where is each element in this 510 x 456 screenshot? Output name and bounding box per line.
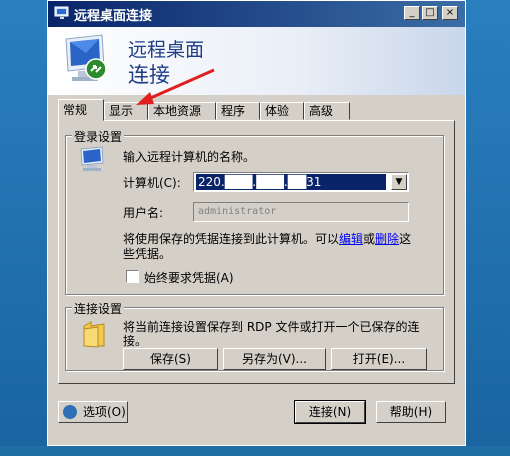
window-title: 远程桌面连接	[74, 9, 153, 24]
edit-credentials-link[interactable]: 编辑	[339, 232, 363, 246]
desktop-background-bottom	[0, 446, 510, 456]
delete-credentials-link[interactable]: 删除	[375, 232, 399, 246]
credentials-note-suffix: 这	[399, 232, 412, 246]
title-bar[interactable]: 远程桌面连接 _ □ ×	[48, 1, 465, 27]
tab-panel-general: 登录设置 输入远程计算机的名称。 计算机(C): 220.███.███.██3…	[58, 120, 455, 384]
username-field: administrator	[193, 202, 409, 222]
banner-title-line2: 连接	[128, 63, 170, 87]
connect-button[interactable]: 连接(N)	[294, 400, 366, 424]
credentials-note-or: 或	[363, 232, 376, 246]
options-label: 选项(O)	[83, 405, 126, 419]
help-button[interactable]: 帮助(H)	[376, 401, 446, 423]
computer-name-instruction: 输入远程计算机的名称。	[123, 150, 256, 164]
remote-desktop-icon	[54, 6, 69, 19]
save-as-button[interactable]: 另存为(V)...	[223, 348, 326, 370]
connection-settings-legend: 连接设置	[72, 300, 125, 317]
always-prompt-label[interactable]: 始终要求凭据(A)	[144, 269, 234, 286]
maximize-button[interactable]: □	[422, 6, 438, 20]
tab-general[interactable]: 常规	[58, 99, 104, 121]
computer-combobox[interactable]: 220.███.███.██31 ▼	[193, 172, 409, 192]
tab-strip: 常规 显示 本地资源 程序 体验 高级	[58, 99, 458, 121]
chevron-down-icon[interactable]: ▼	[391, 174, 407, 190]
open-button[interactable]: 打开(E)...	[331, 348, 427, 370]
monitor-connection-icon	[65, 34, 107, 81]
banner-title-line1: 远程桌面	[128, 39, 205, 61]
connection-settings-description: 将当前连接设置保存到 RDP 文件或打开一个已保存的连	[123, 320, 420, 334]
login-settings-legend: 登录设置	[72, 128, 125, 145]
rdp-window: 远程桌面连接 _ □ × 远程桌面 连接 常规 显示 本地资源 程序 体验 高级…	[47, 0, 466, 446]
options-button[interactable]: 选项(O)	[58, 401, 128, 423]
tab-programs[interactable]: 程序	[216, 102, 260, 120]
close-button[interactable]: ×	[442, 6, 458, 20]
tab-advanced[interactable]: 高级	[304, 102, 350, 120]
folder-icon	[83, 321, 105, 348]
credentials-note-line2: 些凭据。	[123, 247, 172, 261]
login-settings-group: 登录设置 输入远程计算机的名称。 计算机(C): 220.███.███.██3…	[65, 128, 444, 295]
desktop-background-right	[466, 0, 510, 456]
credentials-note-text: 将使用保存的凭据连接到此计算机。可以	[123, 232, 340, 246]
computer-icon	[80, 146, 104, 171]
computer-label: 计算机(C):	[123, 176, 181, 190]
save-button[interactable]: 保存(S)	[123, 348, 218, 370]
desktop-background-left	[0, 0, 47, 456]
minimize-button[interactable]: _	[404, 6, 420, 20]
tab-local-resources[interactable]: 本地资源	[148, 102, 216, 120]
tab-display[interactable]: 显示	[104, 102, 148, 120]
always-prompt-checkbox[interactable]	[126, 270, 139, 283]
header-banner: 远程桌面 连接	[48, 27, 465, 95]
tab-experience[interactable]: 体验	[260, 102, 304, 120]
username-label: 用户名:	[123, 206, 164, 220]
connection-settings-description-line2: 接。	[123, 334, 148, 348]
connection-settings-group: 连接设置 将当前连接设置保存到 RDP 文件或打开一个已保存的连 接。 保存(S…	[65, 300, 444, 371]
computer-value: 220.███.███.██31	[196, 174, 386, 190]
chevron-up-icon	[63, 405, 77, 419]
